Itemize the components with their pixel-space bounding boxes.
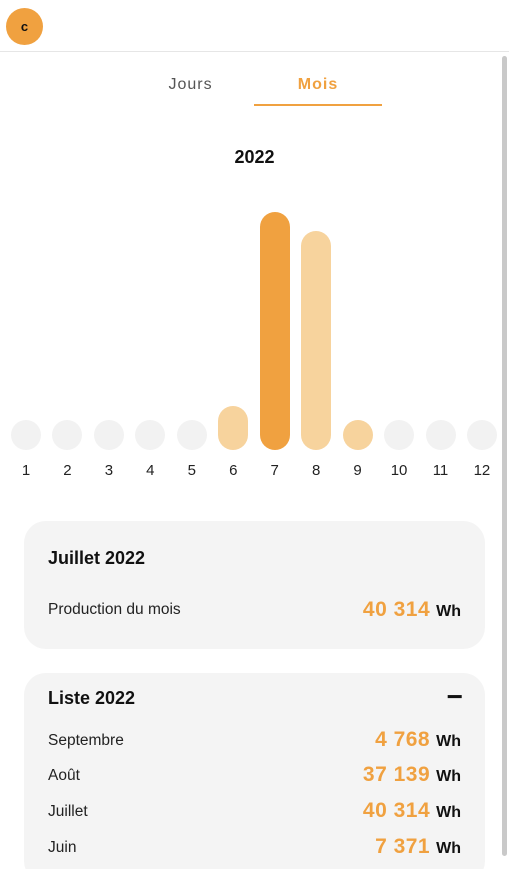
avatar[interactable]: c: [6, 8, 43, 45]
tab-jours[interactable]: Jours: [127, 70, 254, 106]
chart-tick-label: 10: [390, 462, 408, 479]
chart-tick-label: 11: [432, 462, 449, 479]
production-number: 40 314: [362, 598, 431, 621]
list-item-value: 37 139 Wh: [363, 763, 461, 787]
top-bar: c: [0, 0, 509, 52]
chart-bar-month-11[interactable]: [425, 420, 456, 450]
list-title: Liste 2022: [48, 688, 136, 708]
year-title: 2022: [234, 147, 275, 167]
list-item-number: 7 371: [375, 835, 431, 858]
chart-bar-month-12[interactable]: [466, 420, 497, 450]
list-item-value: 7 371 Wh: [375, 835, 461, 859]
list-item-number: 4 768: [375, 728, 431, 751]
chart-tick-label: 5: [187, 462, 196, 479]
chart-tick-label: 6: [229, 462, 238, 479]
list-item-value: 40 314 Wh: [363, 799, 461, 823]
list-item-month: Septembre: [48, 732, 124, 749]
list-item-unit: Wh: [436, 840, 461, 857]
chart-bar-month-10[interactable]: [384, 420, 415, 450]
chart-bar-month-2[interactable]: [52, 420, 83, 450]
list-item-number: 37 139: [362, 763, 431, 786]
chart-tick-label: 4: [146, 462, 155, 479]
list-item-month: Juillet: [48, 803, 88, 820]
chart-bar-month-7[interactable]: [259, 212, 290, 450]
monthly-production-chart: 1 2 3 4 5 6 7 8 9 10 11 12: [0, 200, 509, 490]
chart-bar-month-9[interactable]: [342, 420, 373, 450]
tab-mois[interactable]: Mois: [254, 70, 382, 106]
list-item-month: Août: [48, 767, 80, 784]
chart-bar-month-8[interactable]: [301, 230, 332, 450]
chart-tick-label: 12: [473, 462, 491, 479]
production-label: Production du mois: [48, 601, 181, 618]
list-item-value: 4 768 Wh: [375, 728, 461, 752]
chart-tick-label: 8: [311, 462, 321, 479]
chart-bar-month-6[interactable]: [218, 406, 249, 450]
chart-tick-label: 9: [353, 462, 362, 479]
chart-tick-label: 2: [63, 462, 72, 479]
list-item-unit: Wh: [436, 768, 461, 785]
selected-month-title: Juillet 2022: [48, 548, 146, 568]
chart-bar-month-1[interactable]: [11, 420, 41, 450]
minus-icon[interactable]: −: [447, 681, 463, 713]
production-value: 40 314 Wh: [363, 598, 461, 622]
month-list-card: Liste 2022 − Septembre 4 768 Wh Août 37 …: [24, 673, 485, 869]
production-unit: Wh: [436, 603, 461, 620]
list-item-unit: Wh: [436, 733, 461, 750]
list-item-unit: Wh: [436, 804, 461, 821]
chart-bar-month-3[interactable]: [93, 420, 124, 450]
chart-tick-label: 1: [21, 462, 31, 479]
chart-bar-month-5[interactable]: [176, 420, 207, 450]
list-item-number: 40 314: [362, 799, 431, 822]
selected-month-card: Juillet 2022 Production du mois 40 314 W…: [24, 521, 485, 649]
period-tabs: Jours Mois: [0, 70, 509, 106]
chart-tick-label: 7: [270, 462, 279, 479]
chart-bar-month-4[interactable]: [135, 420, 166, 450]
list-item-month: Juin: [48, 839, 77, 856]
chart-tick-label: 3: [104, 462, 114, 479]
